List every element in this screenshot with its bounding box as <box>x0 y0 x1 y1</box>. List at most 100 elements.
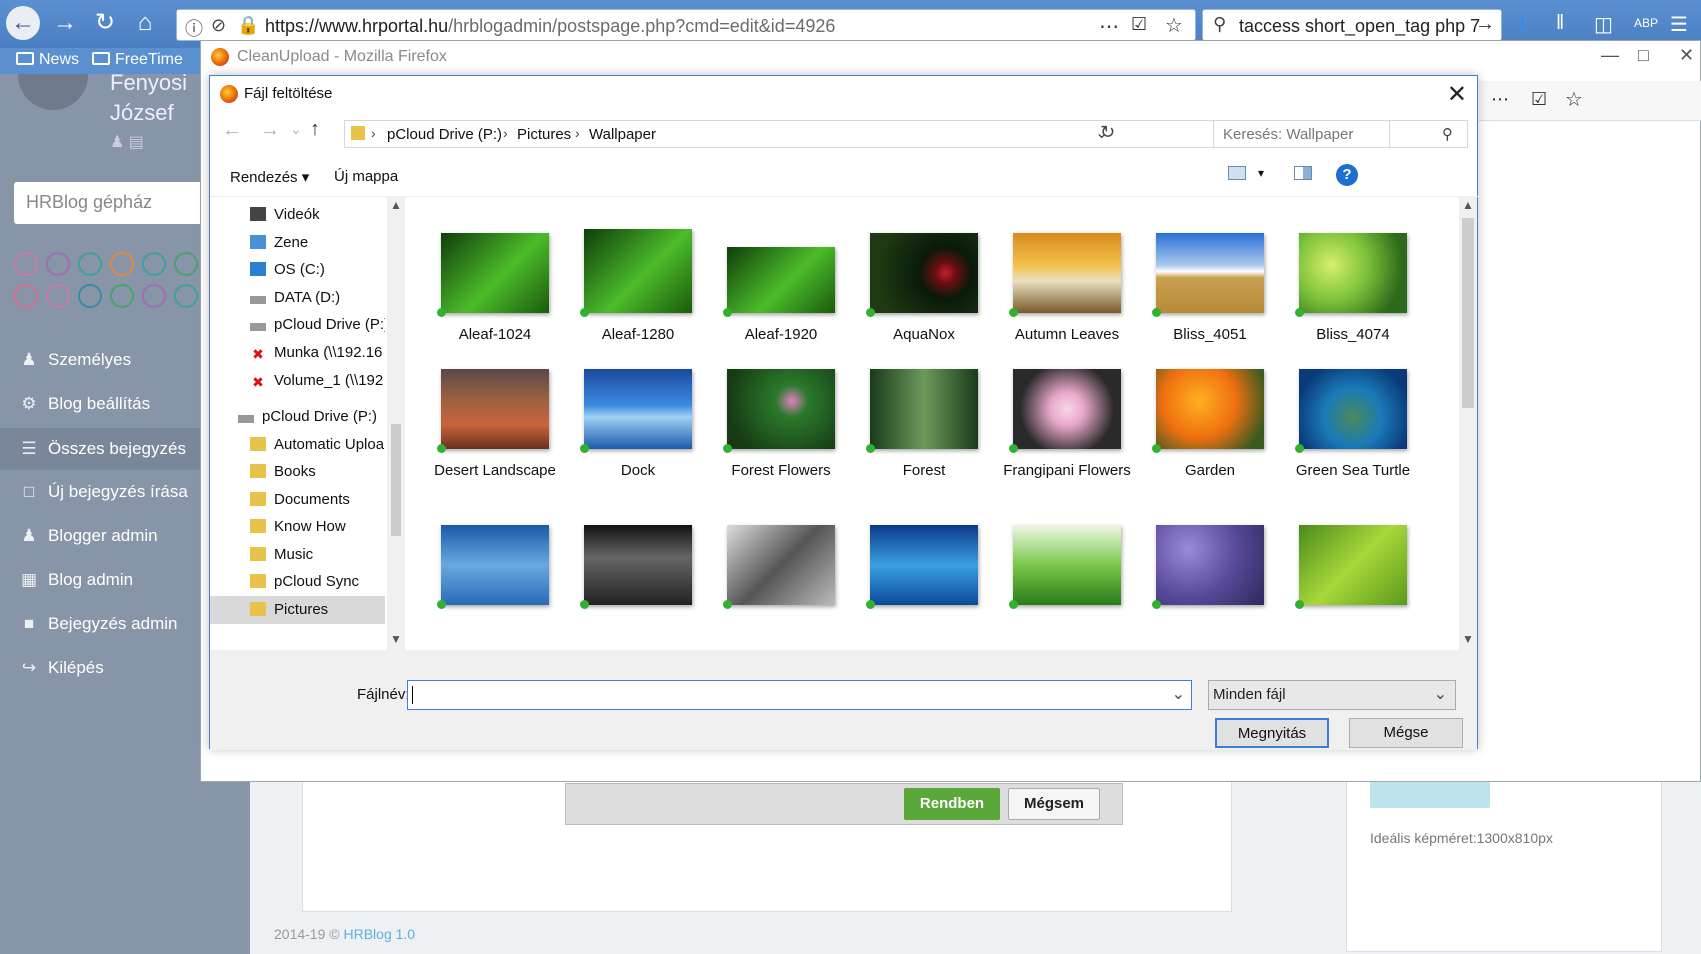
color-circle[interactable] <box>174 252 198 276</box>
sidebar-icon[interactable]: ◫ <box>1594 12 1613 37</box>
color-circle[interactable] <box>142 252 166 276</box>
file-item[interactable]: Garden <box>1140 369 1280 480</box>
forward-arrow-icon[interactable]: → <box>260 119 280 142</box>
file-item[interactable] <box>425 525 565 617</box>
forward-button[interactable]: → <box>48 6 82 40</box>
adblock-icon[interactable]: ABP <box>1634 16 1658 30</box>
file-item[interactable]: AquaNox <box>854 233 994 344</box>
info-icon[interactable]: ⓘ <box>185 15 203 41</box>
breadcrumb-drive[interactable]: pCloud Drive (P:) <box>387 126 502 143</box>
file-item[interactable]: Green Sea Turtle <box>1283 369 1423 480</box>
bookmark-news[interactable]: News <box>16 51 79 69</box>
file-item[interactable]: Bliss_4074 <box>1283 233 1423 344</box>
nav-item[interactable]: Videók <box>210 201 385 229</box>
content-scrollbar[interactable]: ▲ ▼ <box>1459 196 1477 650</box>
nav-item[interactable]: ✖ Volume_1 (\\192 <box>210 367 385 395</box>
pocket-icon[interactable]: ☑ <box>1131 14 1147 35</box>
filename-input[interactable]: ⌄ <box>407 680 1192 710</box>
nav-item[interactable]: Automatic Uploa <box>210 431 385 459</box>
close-icon[interactable]: ✕ <box>1679 45 1694 66</box>
color-circle[interactable] <box>14 252 38 276</box>
nav-item[interactable]: pCloud Drive (P:) <box>210 403 385 431</box>
profile-icons[interactable]: ♟ ▤ <box>110 132 144 152</box>
menu-kilepes[interactable]: ↪ Kilépés <box>18 658 104 678</box>
nav-item[interactable]: DATA (D:) <box>210 284 385 312</box>
menu-bejegyzes-admin[interactable]: ■ Bejegyzés admin <box>18 614 178 634</box>
color-circle[interactable] <box>14 284 38 308</box>
file-item[interactable] <box>1140 525 1280 617</box>
menu-blog-admin[interactable]: ▦ Blog admin <box>18 570 133 590</box>
nav-item-selected[interactable]: Pictures <box>210 596 385 624</box>
home-button[interactable]: ⌂ <box>128 6 162 40</box>
color-circle[interactable] <box>110 284 134 308</box>
bookmark-freetime[interactable]: FreeTime <box>92 51 183 69</box>
cancel-button[interactable]: Mégsem <box>1008 788 1100 820</box>
organize-button[interactable]: Rendezés ▾ <box>230 168 309 186</box>
go-arrow-icon[interactable]: → <box>1475 13 1495 36</box>
file-item[interactable]: Aleaf-1280 <box>568 229 708 344</box>
file-item[interactable]: Frangipani Flowers <box>997 369 1137 480</box>
new-folder-button[interactable]: Új mappa <box>334 168 398 185</box>
menu-blogger-admin[interactable]: ♟ Blogger admin <box>18 526 157 546</box>
scroll-down-icon[interactable]: ▼ <box>390 632 402 646</box>
file-item[interactable] <box>1283 525 1423 617</box>
view-dropdown-icon[interactable]: ▾ <box>1258 166 1264 180</box>
file-item[interactable]: Bliss_4051 <box>1140 233 1280 344</box>
file-item[interactable]: Aleaf-1024 <box>425 233 565 344</box>
file-item[interactable]: Forest <box>854 369 994 480</box>
open-button[interactable]: Megnyitás <box>1215 718 1329 748</box>
scroll-up-icon[interactable]: ▲ <box>390 198 402 212</box>
library-icon[interactable]: ‖ <box>1556 12 1564 35</box>
file-item[interactable] <box>568 525 708 617</box>
file-item[interactable]: Forest Flowers <box>711 369 851 480</box>
file-item[interactable]: Desert Landscape <box>425 369 565 480</box>
cancel-button[interactable]: Mégse <box>1349 718 1463 748</box>
menu-blog-beallitas[interactable]: ⚙ Blog beállítás <box>18 394 150 414</box>
ok-button[interactable]: Rendben <box>904 788 1000 820</box>
nav-item[interactable]: Books <box>210 458 385 486</box>
color-circle[interactable] <box>78 284 102 308</box>
color-circle[interactable] <box>174 284 198 308</box>
bookmark-star-icon[interactable]: ☆ <box>1565 87 1583 112</box>
scroll-thumb[interactable] <box>1462 218 1474 408</box>
filetype-select[interactable]: Minden fájl ⌄ <box>1208 680 1456 710</box>
nav-scrollbar[interactable]: ▲ ▼ <box>387 196 405 650</box>
nav-item[interactable]: Music <box>210 541 385 569</box>
footer-link[interactable]: HRBlog 1.0 <box>343 926 415 942</box>
nav-item[interactable]: Documents <box>210 486 385 514</box>
chevron-down-icon[interactable]: ⌄ <box>1172 684 1185 704</box>
close-icon[interactable]: ✕ <box>1447 80 1467 109</box>
nav-item[interactable]: pCloud Drive (P:) <box>210 311 385 339</box>
reload-button[interactable]: ↻ <box>88 6 122 40</box>
scroll-up-icon[interactable]: ▲ <box>1462 198 1474 212</box>
view-icon[interactable] <box>1228 166 1246 180</box>
file-item[interactable]: Dock <box>568 369 708 480</box>
search-bar[interactable]: ⚲ taccess short_open_tag php 7 → <box>1202 9 1502 41</box>
page-actions-icon[interactable]: ⋯ <box>1491 89 1509 110</box>
nav-item[interactable]: Zene <box>210 229 385 257</box>
scroll-thumb[interactable] <box>391 424 401 536</box>
recent-dropdown-icon[interactable]: ⌄ <box>290 121 302 138</box>
nav-item[interactable]: Know How <box>210 513 385 541</box>
color-circle[interactable] <box>46 252 70 276</box>
menu-icon[interactable]: ☰ <box>1670 12 1688 37</box>
image-search-button[interactable] <box>1370 780 1490 808</box>
back-button[interactable]: ← <box>6 6 40 40</box>
nav-item[interactable]: ✖ Munka (\\192.16 <box>210 339 385 367</box>
breadcrumb-wallpaper[interactable]: Wallpaper <box>589 126 656 143</box>
file-item[interactable] <box>854 525 994 617</box>
file-item[interactable]: Aleaf-1920 <box>711 247 851 344</box>
tracking-icon[interactable]: ⊘ <box>211 15 226 36</box>
folder-search-input[interactable]: Keresés: Wallpaper ⚲ <box>1213 120 1468 148</box>
nav-item[interactable]: pCloud Sync <box>210 568 385 596</box>
maximize-icon[interactable]: □ <box>1638 45 1649 66</box>
file-item[interactable]: Autumn Leaves <box>997 233 1137 344</box>
color-circle[interactable] <box>78 252 102 276</box>
preview-pane-icon[interactable] <box>1294 166 1312 180</box>
refresh-icon[interactable]: ↻ <box>1100 122 1115 143</box>
nav-item[interactable]: OS (C:) <box>210 256 385 284</box>
scroll-down-icon[interactable]: ▼ <box>1462 632 1474 646</box>
bookmark-star-icon[interactable]: ☆ <box>1165 13 1183 38</box>
menu-uj-bejegyzes[interactable]: □ Új bejegyzés írása <box>18 482 188 502</box>
pocket-icon[interactable]: ☑ <box>1531 89 1547 110</box>
